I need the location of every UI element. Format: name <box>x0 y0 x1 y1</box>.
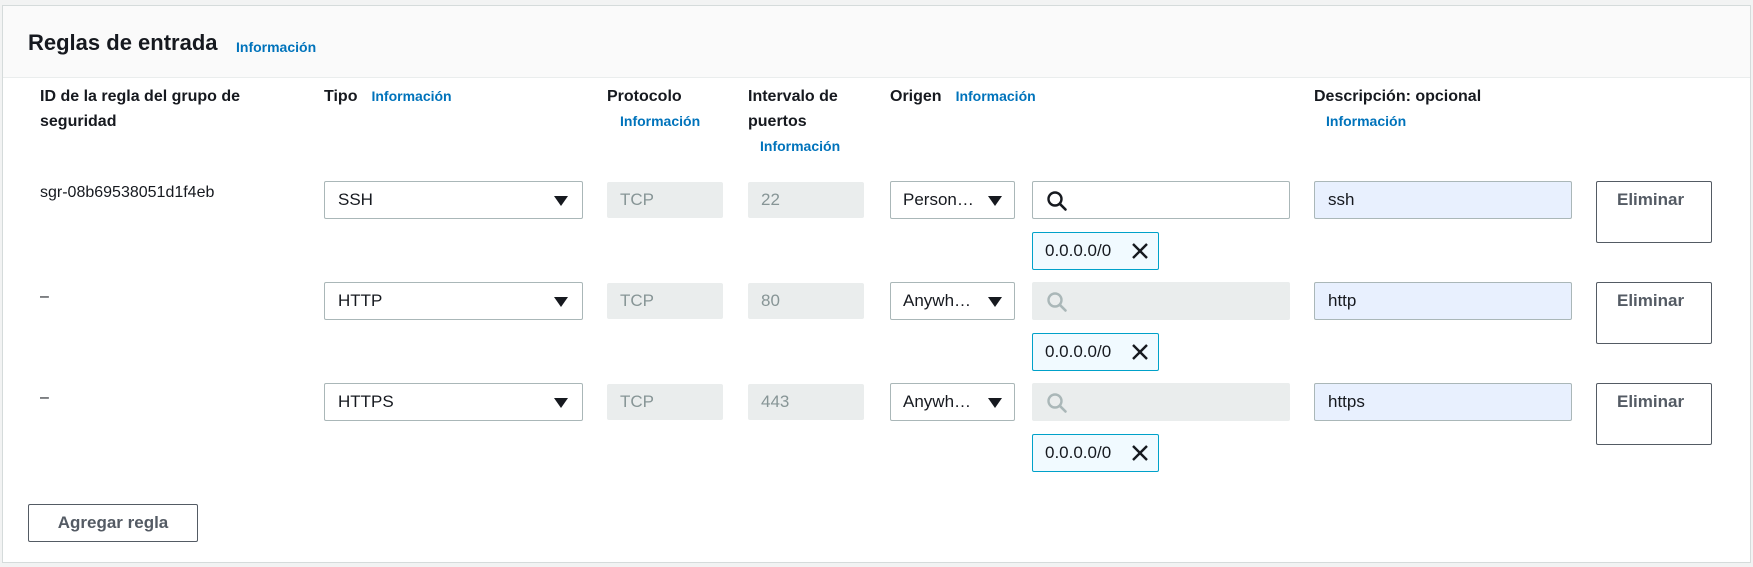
col-header-type: Tipo Información <box>324 84 544 109</box>
type-select[interactable]: SSH <box>324 181 583 219</box>
add-rule-button[interactable]: Agregar regla <box>28 504 198 542</box>
caret-down-icon <box>988 196 1002 206</box>
delete-rule-button[interactable]: Eliminar <box>1596 181 1712 243</box>
description-input[interactable]: http <box>1314 282 1572 320</box>
caret-down-icon <box>554 297 568 307</box>
delete-rule-button[interactable]: Eliminar <box>1596 383 1712 445</box>
cidr-search-input <box>1032 282 1290 320</box>
cidr-search-input <box>1032 383 1290 421</box>
col-header-source-label: Origen <box>890 88 942 105</box>
source-type-select[interactable]: Anywh… <box>890 282 1015 320</box>
cidr-token-value: 0.0.0.0/0 <box>1045 241 1112 260</box>
rule-id: sgr-08b69538051d1f4eb <box>40 184 215 201</box>
col-header-port-range: Intervalo de puertos Información <box>748 84 868 159</box>
caret-down-icon <box>554 196 568 206</box>
source-type-value: Person… <box>903 190 974 209</box>
caret-down-icon <box>554 398 568 408</box>
delete-rule-button[interactable]: Eliminar <box>1596 282 1712 344</box>
source-type-select[interactable]: Person… <box>890 181 1015 219</box>
rule-id: – <box>40 288 49 305</box>
col-header-protocol-label: Protocolo <box>607 88 682 105</box>
panel-header: Reglas de entrada Información <box>3 6 1750 78</box>
col-header-protocol: Protocolo Información <box>607 84 727 134</box>
col-header-description: Descripción: opcional Información <box>1314 84 1574 134</box>
search-icon <box>1047 191 1067 211</box>
search-icon <box>1047 292 1067 312</box>
port-info-link[interactable]: Información <box>748 134 868 159</box>
close-icon[interactable] <box>1130 342 1150 362</box>
type-select-value: SSH <box>338 190 373 209</box>
col-header-rule-id: ID de la regla del grupo de seguridad <box>40 84 280 134</box>
port-range-field: 22 <box>748 182 864 218</box>
type-info-link[interactable]: Información <box>371 84 451 109</box>
source-type-value: Anywh… <box>903 291 972 310</box>
col-header-source: Origen Información <box>890 84 1130 109</box>
protocol-field: TCP <box>607 384 723 420</box>
description-input[interactable]: ssh <box>1314 181 1572 219</box>
caret-down-icon <box>988 297 1002 307</box>
protocol-field: TCP <box>607 283 723 319</box>
port-range-field: 80 <box>748 283 864 319</box>
source-type-select[interactable]: Anywh… <box>890 383 1015 421</box>
close-icon[interactable] <box>1130 443 1150 463</box>
type-select[interactable]: HTTP <box>324 282 583 320</box>
inbound-rules-panel: Reglas de entrada Información ID de la r… <box>2 5 1751 563</box>
description-info-link[interactable]: Información <box>1314 109 1574 134</box>
caret-down-icon <box>988 398 1002 408</box>
col-header-description-label: Descripción: opcional <box>1314 88 1482 105</box>
source-type-value: Anywh… <box>903 392 972 411</box>
rule-id: – <box>40 389 49 406</box>
protocol-info-link[interactable]: Información <box>607 109 727 134</box>
type-select-value: HTTPS <box>338 392 394 411</box>
cidr-token: 0.0.0.0/0 <box>1032 434 1159 472</box>
source-info-link[interactable]: Información <box>956 84 1036 109</box>
port-range-field: 443 <box>748 384 864 420</box>
cidr-search-input[interactable] <box>1032 181 1290 219</box>
type-select[interactable]: HTTPS <box>324 383 583 421</box>
col-header-type-label: Tipo <box>324 88 358 105</box>
description-input[interactable]: https <box>1314 383 1572 421</box>
cidr-token-value: 0.0.0.0/0 <box>1045 342 1112 361</box>
cidr-token: 0.0.0.0/0 <box>1032 333 1159 371</box>
close-icon[interactable] <box>1130 241 1150 261</box>
cidr-token-value: 0.0.0.0/0 <box>1045 443 1112 462</box>
cidr-token: 0.0.0.0/0 <box>1032 232 1159 270</box>
col-header-rule-id-label: ID de la regla del grupo de seguridad <box>40 88 241 130</box>
panel-info-link[interactable]: Información <box>236 39 316 55</box>
type-select-value: HTTP <box>338 291 383 310</box>
search-icon <box>1047 393 1067 413</box>
col-header-port-range-label: Intervalo de puertos <box>748 88 838 130</box>
panel-title: Reglas de entrada <box>28 30 218 55</box>
protocol-field: TCP <box>607 182 723 218</box>
